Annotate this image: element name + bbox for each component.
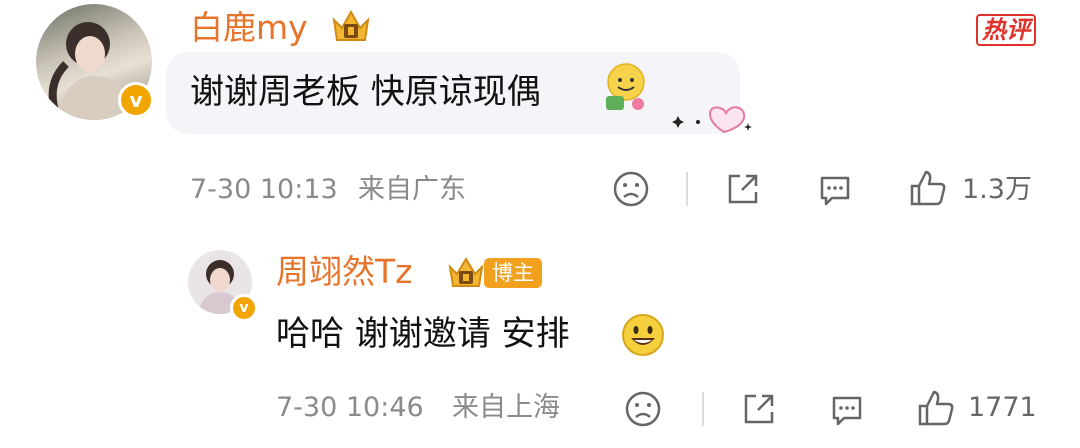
heart-sticker: [664, 96, 754, 140]
verified-badge-icon: v: [230, 294, 258, 322]
hot-comment-badge: 热评: [976, 14, 1036, 46]
share-icon[interactable]: [724, 170, 762, 212]
smile-emoji: [620, 312, 666, 362]
like-icon[interactable]: [908, 168, 948, 212]
reply-time: 7-30 10:46: [276, 392, 424, 423]
divider: [702, 392, 704, 426]
share-icon[interactable]: [740, 390, 778, 432]
sad-face-icon[interactable]: [612, 170, 650, 212]
like-icon[interactable]: [916, 388, 956, 432]
verified-badge-icon: v: [118, 82, 154, 118]
like-count: 1.3万: [962, 174, 1032, 205]
reply-location: 来自上海: [452, 392, 560, 423]
comment-icon[interactable]: [828, 390, 866, 432]
reply-text: 哈哈 谢谢邀请 安排: [276, 314, 570, 354]
sad-face-icon[interactable]: [624, 390, 662, 432]
comment-text: 谢谢周老板 快原谅现偶: [190, 72, 541, 112]
comment-icon[interactable]: [816, 170, 854, 212]
username[interactable]: 白鹿my: [190, 8, 308, 48]
blogger-tag: 博主: [484, 258, 542, 288]
smile-emoji: [602, 62, 648, 114]
comment-location: 来自广东: [358, 174, 466, 205]
username[interactable]: 周翊然Tz: [276, 252, 412, 292]
like-count: 1771: [968, 392, 1037, 423]
crown-badge-icon: [446, 254, 486, 292]
divider: [686, 172, 688, 206]
comment-time: 7-30 10:13: [190, 174, 338, 205]
crown-badge-icon: [330, 6, 372, 46]
